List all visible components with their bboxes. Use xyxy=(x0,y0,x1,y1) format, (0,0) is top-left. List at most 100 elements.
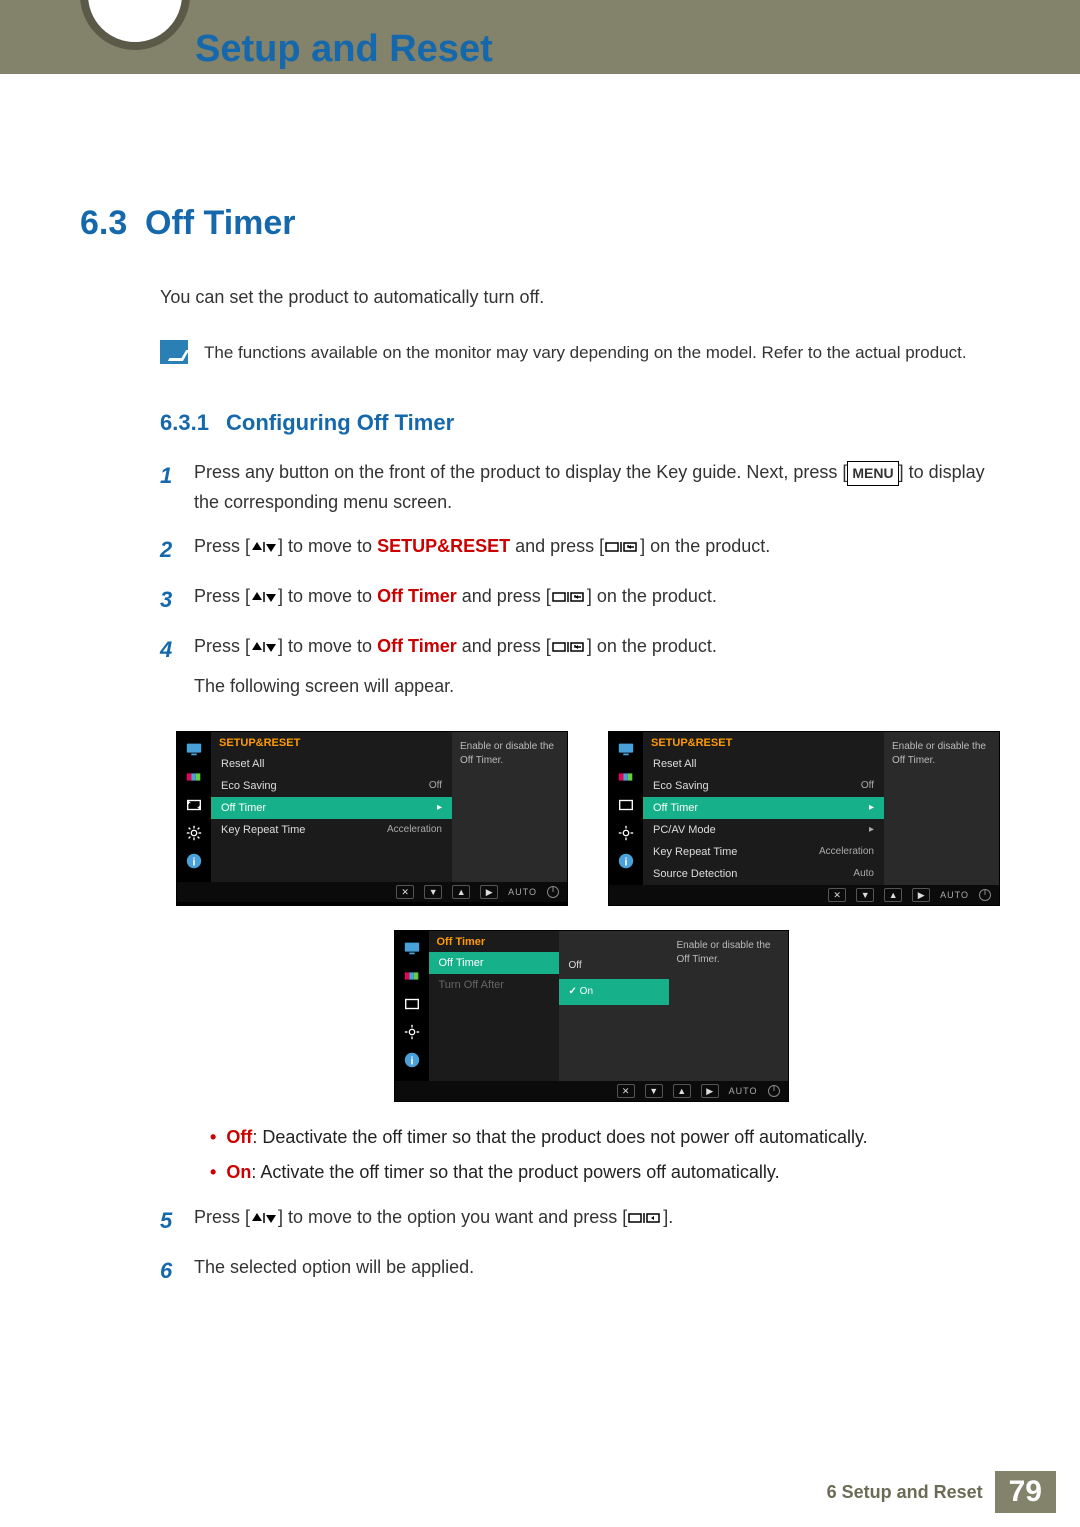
osd-row: Reset All xyxy=(643,753,884,775)
osd-help-pane: Enable or disable the Off Timer. xyxy=(669,931,788,1081)
source-enter-icon xyxy=(551,640,587,654)
color-icon xyxy=(183,766,205,788)
source-enter-icon xyxy=(551,590,587,604)
step-text: and press [ xyxy=(510,536,604,556)
osd-options-pane: Off On xyxy=(559,931,669,1081)
svg-text:i: i xyxy=(625,857,628,869)
auto-label: AUTO xyxy=(508,887,537,897)
step-4-line2: The following screen will appear. xyxy=(194,672,1000,702)
osd-option-off: Off xyxy=(559,953,669,979)
step-number: 5 xyxy=(160,1203,194,1239)
step-4: 4 Press [] to move to Off Timer and pres… xyxy=(160,632,1000,701)
note-block: The functions available on the monitor m… xyxy=(160,340,1000,366)
picture-icon xyxy=(183,738,205,760)
gear-icon xyxy=(615,822,637,844)
section-heading: 6.3 Off Timer xyxy=(80,204,1000,243)
osd-row: Reset All xyxy=(211,753,452,775)
color-icon xyxy=(401,965,423,987)
osd-nav-footer: ✕ ▼ ▲ ▶ AUTO xyxy=(177,882,567,902)
menu-button-label: MENU xyxy=(847,461,898,486)
osd-menu-list: SETUP&RESET Reset All Eco SavingOff Off … xyxy=(643,732,884,885)
osd-row: Key Repeat TimeAcceleration xyxy=(643,841,884,863)
step-text: Press [ xyxy=(194,536,250,556)
power-icon xyxy=(979,889,991,901)
bullet-off-text: : Deactivate the off timer so that the p… xyxy=(252,1127,867,1147)
step-bold: Off Timer xyxy=(377,586,457,606)
info-icon: i xyxy=(401,1049,423,1071)
up-icon: ▲ xyxy=(673,1084,691,1098)
gear-icon xyxy=(401,1021,423,1043)
osd-row: Source DetectionAuto xyxy=(643,863,884,885)
header-band: Setup and Reset xyxy=(0,0,1080,74)
note-text: The functions available on the monitor m… xyxy=(204,340,967,366)
bullet-on-label: On xyxy=(226,1162,251,1182)
step-5: 5 Press [ ] to move to the option you wan… xyxy=(160,1203,1000,1239)
step-number: 2 xyxy=(160,532,194,568)
osd-row: Eco SavingOff xyxy=(643,775,884,797)
footer-chapter: 6 Setup and Reset xyxy=(827,1482,983,1503)
subsection-title: Configuring Off Timer xyxy=(226,410,454,435)
subsection-number: 6.3.1 xyxy=(160,410,226,436)
power-icon xyxy=(768,1085,780,1097)
step-3: 3 Press [] to move to Off Timer and pres… xyxy=(160,582,1000,618)
power-icon xyxy=(547,886,559,898)
osd-screenshot-3: i Off Timer Off Timer Turn Off After Off… xyxy=(394,930,789,1102)
section-title: Off Timer xyxy=(145,204,296,243)
gear-icon xyxy=(183,822,205,844)
right-icon: ▶ xyxy=(912,888,930,902)
osd-sidebar: i xyxy=(177,732,211,882)
up-down-icon xyxy=(250,1211,278,1225)
up-down-icon xyxy=(250,590,278,604)
down-icon: ▼ xyxy=(856,888,874,902)
chapter-number-decor xyxy=(80,0,190,74)
step-2: 2 Press [] to move to SETUP&RESET and pr… xyxy=(160,532,1000,568)
source-enter-icon xyxy=(627,1211,663,1225)
step-text: Press [ xyxy=(194,1207,250,1227)
note-icon xyxy=(160,340,188,364)
osd-row-highlighted: Off Timer▸ xyxy=(211,797,452,819)
step-number: 4 xyxy=(160,632,194,701)
close-icon: ✕ xyxy=(396,885,414,899)
step-text: ] to move to xyxy=(278,536,377,556)
size-icon xyxy=(401,993,423,1015)
auto-label: AUTO xyxy=(729,1086,758,1096)
bullet-off-label: Off xyxy=(226,1127,252,1147)
osd-nav-footer: ✕ ▼ ▲ ▶ AUTO xyxy=(395,1081,788,1101)
osd-option-on: On xyxy=(559,979,669,1005)
source-enter-icon xyxy=(604,540,640,554)
up-icon: ▲ xyxy=(452,885,470,899)
step-text: ] to move to the option you want and pre… xyxy=(278,1207,627,1227)
up-icon: ▲ xyxy=(884,888,902,902)
step-text: and press [ xyxy=(457,636,551,656)
svg-text:i: i xyxy=(410,1056,413,1068)
auto-label: AUTO xyxy=(940,890,969,900)
osd-help-pane: Enable or disable the Off Timer. xyxy=(452,732,567,882)
step-number: 1 xyxy=(160,458,194,517)
step-text: ] to move to xyxy=(278,586,377,606)
bullet-dot: • xyxy=(210,1120,216,1154)
step-text: The selected option will be applied. xyxy=(194,1253,1000,1289)
svg-text:i: i xyxy=(193,857,196,869)
up-down-icon xyxy=(250,640,278,654)
osd-row: PC/AV Mode▸ xyxy=(643,819,884,841)
step-text: ] to move to xyxy=(278,636,377,656)
bullet-on-text: : Activate the off timer so that the pro… xyxy=(251,1162,779,1182)
osd-row-highlighted: Off Timer xyxy=(429,952,559,974)
osd-row: Key Repeat TimeAcceleration xyxy=(211,819,452,841)
page-footer: 6 Setup and Reset 79 xyxy=(0,1457,1080,1527)
osd-menu-header: Off Timer xyxy=(429,931,559,952)
osd-screenshot-2: i SETUP&RESET Reset All Eco SavingOff Of… xyxy=(608,731,1000,906)
page-title: Setup and Reset xyxy=(195,28,493,71)
picture-icon xyxy=(401,937,423,959)
option-bullets: • Off: Deactivate the off timer so that t… xyxy=(210,1120,1000,1188)
step-bold: Off Timer xyxy=(377,636,457,656)
step-text: Press any button on the front of the pro… xyxy=(194,462,847,482)
osd-help-pane: Enable or disable the Off Timer. xyxy=(884,732,999,885)
step-text: ] on the product. xyxy=(587,586,717,606)
osd-sidebar: i xyxy=(395,931,429,1081)
info-icon: i xyxy=(615,850,637,872)
step-text: Press [ xyxy=(194,586,250,606)
osd-sidebar: i xyxy=(609,732,643,885)
right-icon: ▶ xyxy=(480,885,498,899)
section-intro: You can set the product to automatically… xyxy=(160,283,1000,312)
